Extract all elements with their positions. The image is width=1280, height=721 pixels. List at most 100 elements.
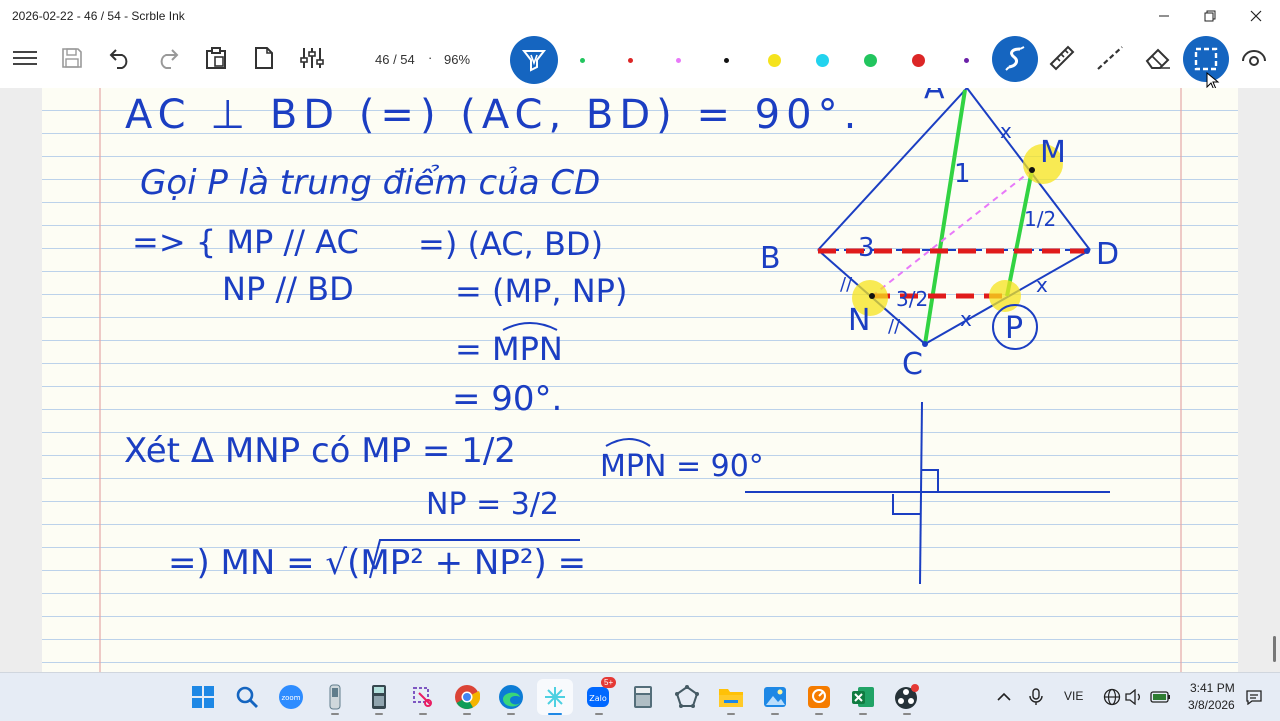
undo-button[interactable]: [98, 36, 142, 80]
restore-icon: [1204, 10, 1216, 22]
zoom-level[interactable]: 96%: [444, 52, 470, 67]
label-M: M: [1040, 135, 1066, 170]
obs-button[interactable]: [889, 679, 925, 715]
highlighter-tool-button[interactable]: [992, 36, 1038, 82]
ruler-button[interactable]: [1040, 36, 1084, 80]
separator: ·: [428, 50, 433, 65]
svg-text:zoom: zoom: [281, 694, 300, 702]
page-icon: [255, 47, 273, 69]
save-button[interactable]: [50, 36, 94, 80]
excel-icon: [852, 687, 874, 707]
snipping-button[interactable]: [405, 679, 441, 715]
network-app-button[interactable]: [669, 679, 705, 715]
adjust-button[interactable]: [290, 36, 334, 80]
file-explorer-button[interactable]: [713, 679, 749, 715]
zalo-badge: 5+: [601, 677, 617, 688]
save-icon: [62, 48, 82, 68]
highlighter-tool-icon: [1005, 46, 1025, 71]
volume-button[interactable]: [1124, 687, 1144, 707]
language-indicator[interactable]: VIE: [1064, 689, 1083, 703]
calculator-device-icon: [372, 685, 386, 709]
calculator-button[interactable]: [625, 679, 661, 715]
microphone-icon: [1029, 688, 1043, 705]
note-line-3c: =) (AC, BD): [418, 225, 603, 263]
edge-button[interactable]: [493, 679, 529, 715]
phone-app-button[interactable]: [317, 679, 353, 715]
tick-x-2: x: [1036, 273, 1048, 297]
presenter-button[interactable]: [801, 679, 837, 715]
microphone-button[interactable]: [1026, 687, 1046, 707]
close-icon: [1250, 10, 1262, 22]
angle-mark: [502, 322, 558, 331]
tray-overflow-button[interactable]: [994, 687, 1014, 707]
battery-icon: [1150, 691, 1170, 703]
note-line-5: = MPN: [455, 330, 563, 368]
vertical-scrollbar[interactable]: [1273, 636, 1276, 662]
label-A: A: [924, 88, 945, 106]
tick-parallel-2: //: [888, 316, 901, 337]
clipboard-button[interactable]: [194, 36, 238, 80]
color-red-small[interactable]: [627, 57, 633, 63]
note-line-3b: NP // BD: [222, 270, 354, 308]
start-button[interactable]: [185, 679, 221, 715]
ink-layer[interactable]: AC ⊥ BD (=) (AC, BD) = 90°. Gọi P là tru…: [42, 88, 1238, 672]
tick-parallel-1: //: [840, 274, 853, 295]
eraser-button[interactable]: [1136, 36, 1180, 80]
color-yellow[interactable]: [767, 53, 781, 67]
color-red[interactable]: [911, 53, 925, 67]
scrble-ink-button[interactable]: [537, 679, 573, 715]
minimize-button[interactable]: [1141, 0, 1187, 32]
pen-tool-button[interactable]: [510, 36, 558, 84]
excel-button[interactable]: [845, 679, 881, 715]
color-cyan[interactable]: [815, 53, 829, 67]
label-half: 1/2: [1024, 207, 1056, 231]
notifications-button[interactable]: [1244, 687, 1264, 707]
page-button[interactable]: [242, 36, 286, 80]
color-purple-small[interactable]: [963, 57, 969, 63]
photos-button[interactable]: [757, 679, 793, 715]
scrble-ink-icon: [545, 687, 565, 707]
network-button[interactable]: [1102, 687, 1122, 707]
color-pink-small[interactable]: [675, 57, 681, 63]
angle-mark-2: [605, 438, 651, 447]
zoom-app-icon: zoom: [279, 685, 303, 709]
dashed-line-button[interactable]: [1088, 36, 1132, 80]
photos-icon: [764, 687, 786, 707]
search-button[interactable]: [229, 679, 265, 715]
page-indicator[interactable]: 46 / 54: [375, 52, 415, 67]
notebook-page[interactable]: AC ⊥ BD (=) (AC, BD) = 90°. Gọi P là tru…: [42, 88, 1238, 672]
tick-x-3: x: [960, 307, 972, 331]
label-3: 3: [858, 233, 875, 263]
color-green-small[interactable]: [579, 57, 585, 63]
clock-time[interactable]: 3:41 PM: [1190, 681, 1235, 695]
canvas-area[interactable]: AC ⊥ BD (=) (AC, BD) = 90°. Gọi P là tru…: [0, 88, 1280, 672]
label-B: B: [760, 241, 781, 276]
svg-text:Zalo: Zalo: [589, 694, 607, 703]
chevron-up-icon: [997, 692, 1011, 701]
redo-button[interactable]: [146, 36, 190, 80]
snipping-icon: [413, 687, 432, 707]
menu-button[interactable]: [3, 36, 47, 80]
search-icon: [236, 686, 258, 708]
close-button[interactable]: [1233, 0, 1279, 32]
color-green[interactable]: [863, 53, 877, 67]
label-P: P: [1005, 311, 1023, 346]
label-C: C: [902, 347, 923, 382]
title-bar: 2026-02-22 - 46 / 54 - Scrble Ink: [0, 0, 1280, 32]
calculator-device-button[interactable]: [361, 679, 397, 715]
chrome-button[interactable]: [449, 679, 485, 715]
clock-date[interactable]: 3/8/2026: [1188, 698, 1235, 712]
zalo-button[interactable]: Zalo 5+: [581, 677, 617, 715]
restore-button[interactable]: [1187, 0, 1233, 32]
toolbar: 46 / 54 · 96%: [0, 32, 1280, 91]
battery-button[interactable]: [1150, 687, 1170, 707]
color-black-small[interactable]: [723, 57, 729, 63]
note-line-8: NP = 3/2: [426, 487, 559, 522]
clipboard-icon: [206, 47, 226, 69]
edge-icon: [499, 685, 523, 709]
zoom-app-button[interactable]: zoom: [273, 679, 309, 715]
label-three-half: 3/2: [896, 287, 928, 311]
obs-icon: [895, 684, 919, 709]
note-line-4: = (MP, NP): [455, 272, 627, 310]
view-button[interactable]: [1232, 36, 1276, 80]
